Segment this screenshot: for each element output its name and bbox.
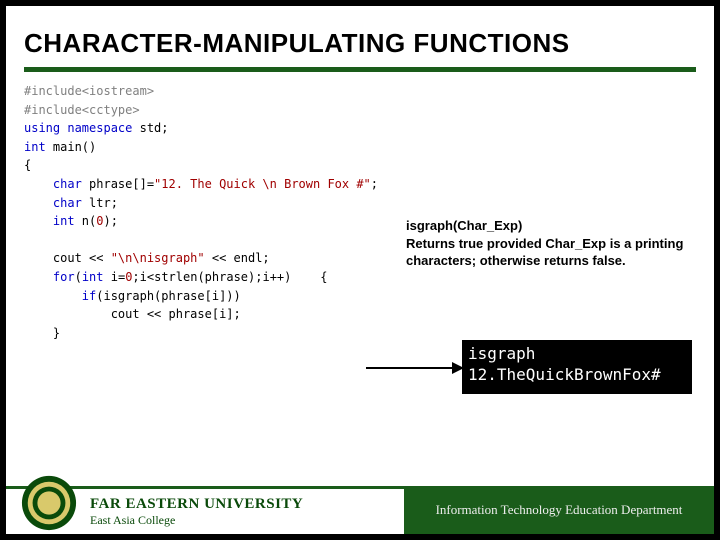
console-output: isgraph 12.TheQuickBrownFox# (462, 340, 692, 394)
code-token: cout << (24, 251, 111, 265)
code-token: { (24, 158, 31, 172)
university-seal-icon (20, 474, 78, 532)
code-token: using (24, 121, 60, 135)
code-token: std; (132, 121, 168, 135)
university-main: FAR EASTERN UNIVERSITY (90, 497, 303, 513)
code-block: #include<iostream> #include<cctype> usin… (24, 82, 696, 342)
arrow-icon (366, 358, 466, 378)
code-token: #include (24, 84, 82, 98)
code-token: <cctype> (82, 103, 140, 117)
footer-left: FAR EASTERN UNIVERSITY East Asia College (6, 486, 404, 534)
footer: FAR EASTERN UNIVERSITY East Asia College… (6, 486, 714, 534)
code-token: n( (75, 214, 97, 228)
code-token: ltr; (82, 196, 118, 210)
code-token: ( (75, 270, 82, 284)
console-line: 12.TheQuickBrownFox# (468, 365, 661, 384)
code-token: char (24, 177, 82, 191)
department-name: Information Technology Education Departm… (436, 502, 683, 518)
content-area: #include<iostream> #include<cctype> usin… (6, 82, 714, 342)
code-token: << endl; (205, 251, 270, 265)
code-token: cout << phrase[i]; (24, 307, 241, 321)
console-line: isgraph (468, 344, 535, 363)
code-token: i= (104, 270, 126, 284)
footer-right: Information Technology Education Departm… (404, 486, 714, 534)
function-callout: isgraph(Char_Exp) Returns true provided … (406, 217, 686, 270)
title-underline (24, 67, 696, 72)
code-token: "12. The Quick \n Brown Fox #" (154, 177, 371, 191)
university-sub: East Asia College (90, 514, 303, 527)
code-token: } (24, 326, 60, 340)
university-name: FAR EASTERN UNIVERSITY East Asia College (90, 497, 303, 526)
callout-description: Returns true provided Char_Exp is a prin… (406, 235, 686, 270)
code-token: namespace (60, 121, 132, 135)
code-token: main() (46, 140, 97, 154)
code-token: int (24, 140, 46, 154)
code-token: "\n\nisgraph" (111, 251, 205, 265)
code-token: ; (371, 177, 378, 191)
code-token: int (82, 270, 104, 284)
code-token: 0 (96, 214, 103, 228)
code-token: phrase[]= (82, 177, 154, 191)
slide-title: CHARACTER-MANIPULATING FUNCTIONS (6, 6, 714, 65)
code-token: #include (24, 103, 82, 117)
code-token: for (24, 270, 75, 284)
slide: CHARACTER-MANIPULATING FUNCTIONS #includ… (6, 6, 714, 534)
code-token: ;i<strlen(phrase);i++) { (132, 270, 327, 284)
code-token: if (24, 289, 96, 303)
code-token: (isgraph(phrase[i])) (96, 289, 241, 303)
code-token: int (24, 214, 75, 228)
code-token: <iostream> (82, 84, 154, 98)
code-token: ); (104, 214, 118, 228)
code-token: char (24, 196, 82, 210)
callout-function-name: isgraph(Char_Exp) (406, 217, 686, 235)
